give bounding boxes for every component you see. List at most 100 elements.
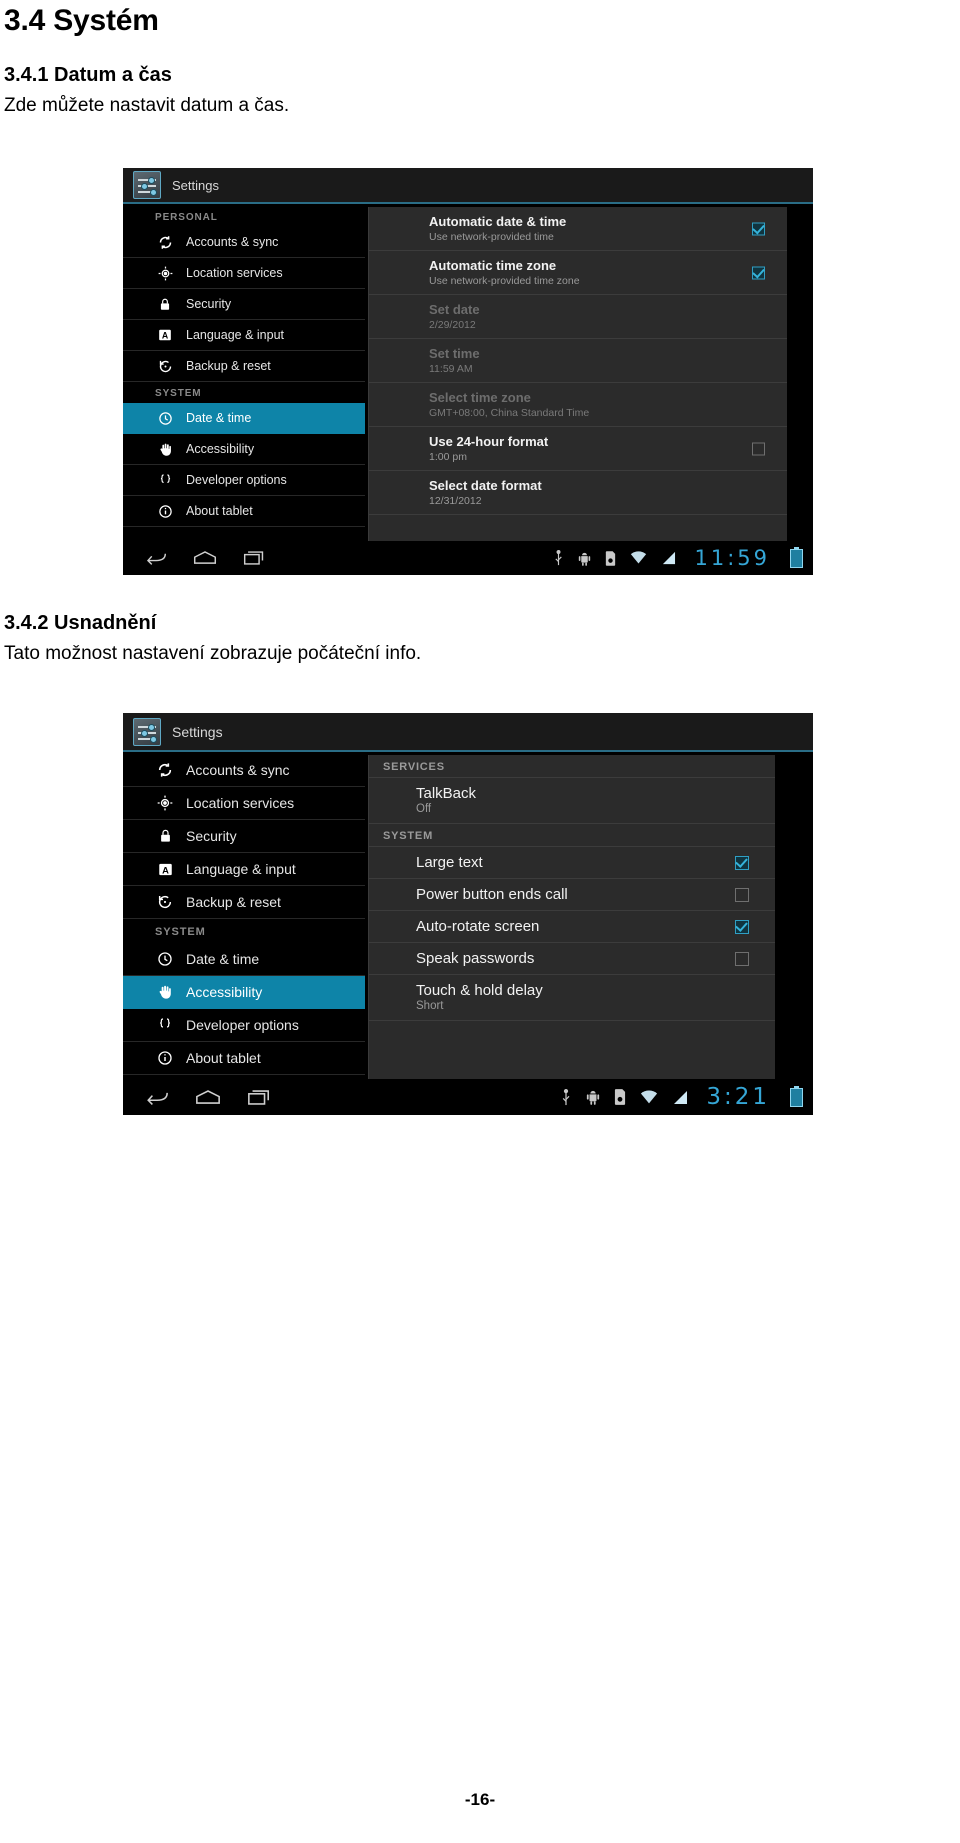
sidebar-item-backup-and-reset[interactable]: Backup & reset	[123, 886, 365, 919]
section-heading-3-4-2: 3.4.2 Usnadnění	[4, 612, 157, 634]
setting-row-select-date-format[interactable]: Select date format 12/31/2012	[369, 471, 787, 515]
sidebar-item-about-tablet[interactable]: About tablet	[123, 1042, 365, 1075]
restore-icon	[155, 359, 175, 374]
sidebar-item-accounts-and-sync[interactable]: Accounts & sync	[123, 754, 365, 787]
sidebar-item-security[interactable]: Security	[123, 289, 365, 320]
back-icon[interactable]	[145, 1089, 169, 1106]
action-bar: Settings	[123, 168, 813, 204]
row-title: Set time	[429, 346, 480, 361]
sidebar-item-label: Date & time	[186, 411, 252, 425]
setting-row-power-button-ends-call[interactable]: Power button ends call	[369, 879, 775, 911]
sidebar-item-label: Language & input	[186, 328, 285, 342]
braces-icon	[155, 1017, 175, 1033]
document-text-block-2: 3.4.2 Usnadnění Tato možnost nastavení z…	[0, 612, 960, 665]
sdcard-icon	[614, 1089, 626, 1105]
row-title: Use 24-hour format	[429, 434, 549, 449]
row-title: Automatic time zone	[429, 258, 557, 273]
sidebar-item-label: Accounts & sync	[186, 235, 279, 249]
sidebar-item-label: Developer options	[186, 473, 287, 487]
checkbox-automatic-date-time[interactable]	[752, 222, 765, 235]
checkbox-speak-passwords[interactable]	[735, 951, 749, 966]
usb-icon	[553, 550, 564, 566]
android-robot-icon	[578, 551, 591, 566]
sidebar-item-label: Backup & reset	[186, 894, 281, 910]
setting-row-touch-and-hold-delay[interactable]: Touch & hold delay Short	[369, 975, 775, 1021]
braces-icon	[155, 473, 175, 488]
settings-app-icon	[133, 171, 161, 199]
row-title: Select date format	[429, 478, 542, 493]
setting-row-speak-passwords[interactable]: Speak passwords	[369, 943, 775, 975]
clock-icon	[155, 951, 175, 967]
row-subtitle: Short	[416, 1000, 444, 1012]
sidebar-item-location-services[interactable]: Location services	[123, 787, 365, 820]
recents-icon[interactable]	[247, 1089, 271, 1106]
wifi-icon	[630, 551, 647, 565]
sidebar-item-label: Security	[186, 828, 237, 844]
sidebar-item-label: About tablet	[186, 504, 253, 518]
sidebar-item-date-and-time[interactable]: Date & time	[123, 943, 365, 976]
sidebar-item-language-and-input[interactable]: A Language & input	[123, 853, 365, 886]
status-clock: 11:59	[694, 546, 770, 570]
setting-row-use-24-hour-format[interactable]: Use 24-hour format 1:00 pm	[369, 427, 787, 471]
sidebar-item-developer-options[interactable]: Developer options	[123, 465, 365, 496]
recents-icon[interactable]	[243, 550, 265, 566]
row-title: Set date	[429, 302, 480, 317]
setting-row-set-time: Set time 11:59 AM	[369, 339, 787, 383]
wifi-icon	[640, 1090, 658, 1105]
clock-icon	[155, 411, 175, 426]
lock-icon	[155, 297, 175, 312]
setting-row-talkback[interactable]: TalkBack Off	[369, 778, 775, 824]
sync-icon	[155, 235, 175, 250]
setting-row-automatic-time-zone[interactable]: Automatic time zone Use network-provided…	[369, 251, 787, 295]
status-icons: 3:21	[560, 1084, 813, 1110]
checkbox-auto-rotate-screen[interactable]	[735, 919, 749, 934]
sidebar-item-accessibility[interactable]: Accessibility	[123, 434, 365, 465]
setting-row-auto-rotate-screen[interactable]: Auto-rotate screen	[369, 911, 775, 943]
back-icon[interactable]	[145, 550, 167, 566]
document-text-block: 3.4 Systém 3.4.1 Datum a čas Zde můžete …	[0, 0, 960, 117]
navigation-keys	[123, 550, 265, 566]
setting-row-automatic-date-time[interactable]: Automatic date & time Use network-provid…	[369, 207, 787, 251]
sidebar-item-backup-and-reset[interactable]: Backup & reset	[123, 351, 365, 382]
sidebar-item-label: Date & time	[186, 951, 260, 967]
settings-app-icon	[133, 717, 161, 746]
sidebar-item-label: About tablet	[186, 1050, 261, 1066]
section-heading-3-4-1: 3.4.1 Datum a čas	[4, 64, 172, 86]
home-icon[interactable]	[193, 550, 217, 566]
group-header-services: SERVICES	[369, 755, 775, 778]
system-bar: 11:59	[123, 541, 813, 575]
checkbox-automatic-time-zone[interactable]	[752, 266, 765, 279]
checkbox-power-button-ends-call[interactable]	[735, 887, 749, 902]
row-subtitle: Use network-provided time	[429, 231, 554, 243]
row-title: Automatic date & time	[429, 214, 567, 229]
checkbox-use-24-hour-format[interactable]	[752, 442, 765, 455]
sidebar-item-label: Accounts & sync	[186, 762, 290, 778]
sidebar-item-developer-options[interactable]: Developer options	[123, 1009, 365, 1042]
sidebar-item-about-tablet[interactable]: About tablet	[123, 496, 365, 527]
sidebar-item-label: Accessibility	[186, 984, 263, 1000]
setting-row-large-text[interactable]: Large text	[369, 847, 775, 879]
row-subtitle: Use network-provided time zone	[429, 275, 580, 287]
svg-text:A: A	[162, 331, 169, 341]
android-robot-icon	[586, 1089, 600, 1105]
app-title: Settings	[172, 723, 223, 740]
system-bar: 3:21	[123, 1079, 813, 1115]
sidebar-item-accounts-and-sync[interactable]: Accounts & sync	[123, 227, 365, 258]
sidebar-item-location-services[interactable]: Location services	[123, 258, 365, 289]
info-icon	[155, 1050, 175, 1066]
sidebar-item-date-and-time[interactable]: Date & time	[123, 403, 365, 434]
sidebar-item-accessibility[interactable]: Accessibility	[123, 976, 365, 1009]
sidebar-section-personal: PERSONAL	[155, 212, 218, 223]
sidebar-section-system: SYSTEM	[155, 926, 206, 938]
hand-icon	[155, 984, 175, 1000]
status-clock: 3:21	[706, 1084, 770, 1110]
sidebar-item-language-and-input[interactable]: A Language & input	[123, 320, 365, 351]
checkbox-large-text[interactable]	[735, 855, 749, 870]
row-title: Power button ends call	[416, 886, 568, 903]
sidebar-item-security[interactable]: Security	[123, 820, 365, 853]
row-title: Select time zone	[429, 390, 531, 405]
home-icon[interactable]	[195, 1089, 221, 1106]
navigation-keys	[123, 1089, 271, 1106]
sidebar-item-label: Developer options	[186, 1017, 299, 1033]
svg-text:A: A	[162, 865, 169, 875]
